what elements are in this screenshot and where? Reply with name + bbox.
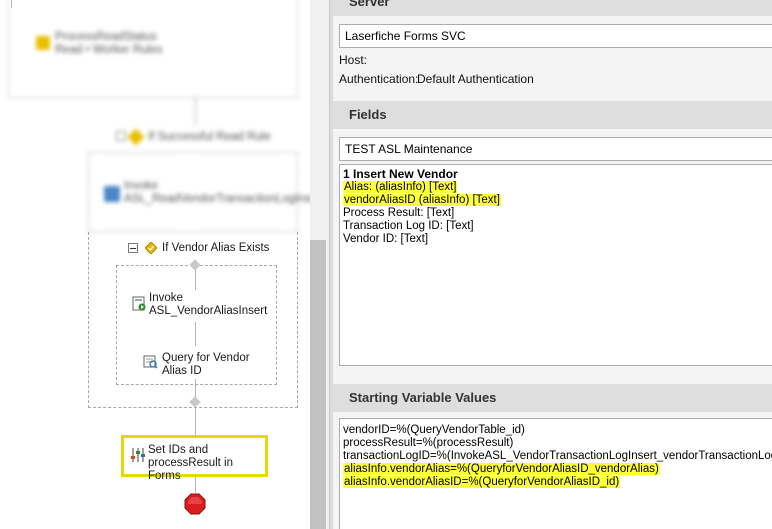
invoke-workflow-icon [132,296,147,311]
starting-value-line[interactable]: aliasInfo.vendorAliasID=%(QueryforVendor… [343,476,772,489]
field-item[interactable]: Transaction Log ID: [Text] [343,220,772,233]
starting-value-line[interactable]: aliasInfo.vendorAlias=%(QueryforVendorAl… [343,463,772,476]
blurred-condition-label: If Successful Read Rule [148,131,271,143]
set-field-values-icon [130,447,146,463]
set-ids-activity[interactable]: Set IDs and processResult in Forms [121,435,268,482]
starting-value-lines: vendorID=%(QueryVendorTable_id) processRe… [343,424,772,489]
authentication-value: Default Authentication [417,72,534,86]
field-group-title: 1 Insert New Vendor [343,167,458,181]
connector-line [195,407,196,435]
connector-line [195,322,196,346]
host-label: Host: [339,53,368,67]
field-item[interactable]: Process Result: [Text] [343,207,772,220]
fields-section-header[interactable]: Fields [333,101,772,129]
field-item[interactable]: vendorAliasID (aliasInfo) [Text] [343,194,772,207]
blurred-activity-icon [36,36,50,50]
properties-panel: Server Laserfiche Forms SVC Host: Authen… [333,0,772,529]
workflow-canvas[interactable]: ProcessReadStatus Read • Worker Rules If… [0,0,310,529]
starting-values-textbox[interactable]: vendorID=%(QueryVendorTable_id) processRe… [339,418,772,529]
blurred-activity-label: ProcessReadStatus Read • Worker Rules [55,31,163,56]
starting-value-line[interactable]: vendorID=%(QueryVendorTable_id) [343,424,772,437]
invoke-activity-label[interactable]: Invoke ASL_VendorAliasInsert [149,292,274,318]
blurred-invoke-icon [104,186,120,202]
server-select[interactable]: Laserfiche Forms SVC [339,24,772,48]
connector-line [195,477,196,493]
server-section-header[interactable]: Server [333,0,772,16]
starting-value-line[interactable]: processResult=%(processResult) [343,437,772,450]
form-select[interactable]: TEST ASL Maintenance [339,137,772,161]
outer-branch-box [88,232,298,408]
stop-icon[interactable] [184,493,206,515]
authentication-label: Authentication: [339,72,419,86]
fields-list[interactable]: 1 Insert New Vendor Alias: (aliasInfo) [… [339,164,772,366]
blurred-collapse-icon [116,131,126,141]
blurred-condition-icon [127,128,145,146]
canvas-scrollbar-thumb[interactable] [310,240,326,529]
starting-values-section-header[interactable]: Starting Variable Values [333,384,772,412]
set-ids-activity-label: Set IDs and processResult in Forms [148,444,234,482]
starting-value-line[interactable]: transactionLogID=%(InvokeASL_VendorTrans… [343,450,772,463]
query-activity-label[interactable]: Query for Vendor Alias ID [162,352,272,378]
field-item[interactable]: Alias: (aliasInfo) [Text] [343,181,772,194]
query-data-icon [143,354,158,369]
field-item[interactable]: Vendor ID: [Text] [343,233,772,246]
blurred-invoke-label: Invoke ASL_ReadVendorTransactionLogInser… [124,180,310,205]
connector-line [195,270,196,290]
connector-line [195,98,196,126]
field-items: Alias: (aliasInfo) [Text] vendorAliasID (… [343,181,772,246]
